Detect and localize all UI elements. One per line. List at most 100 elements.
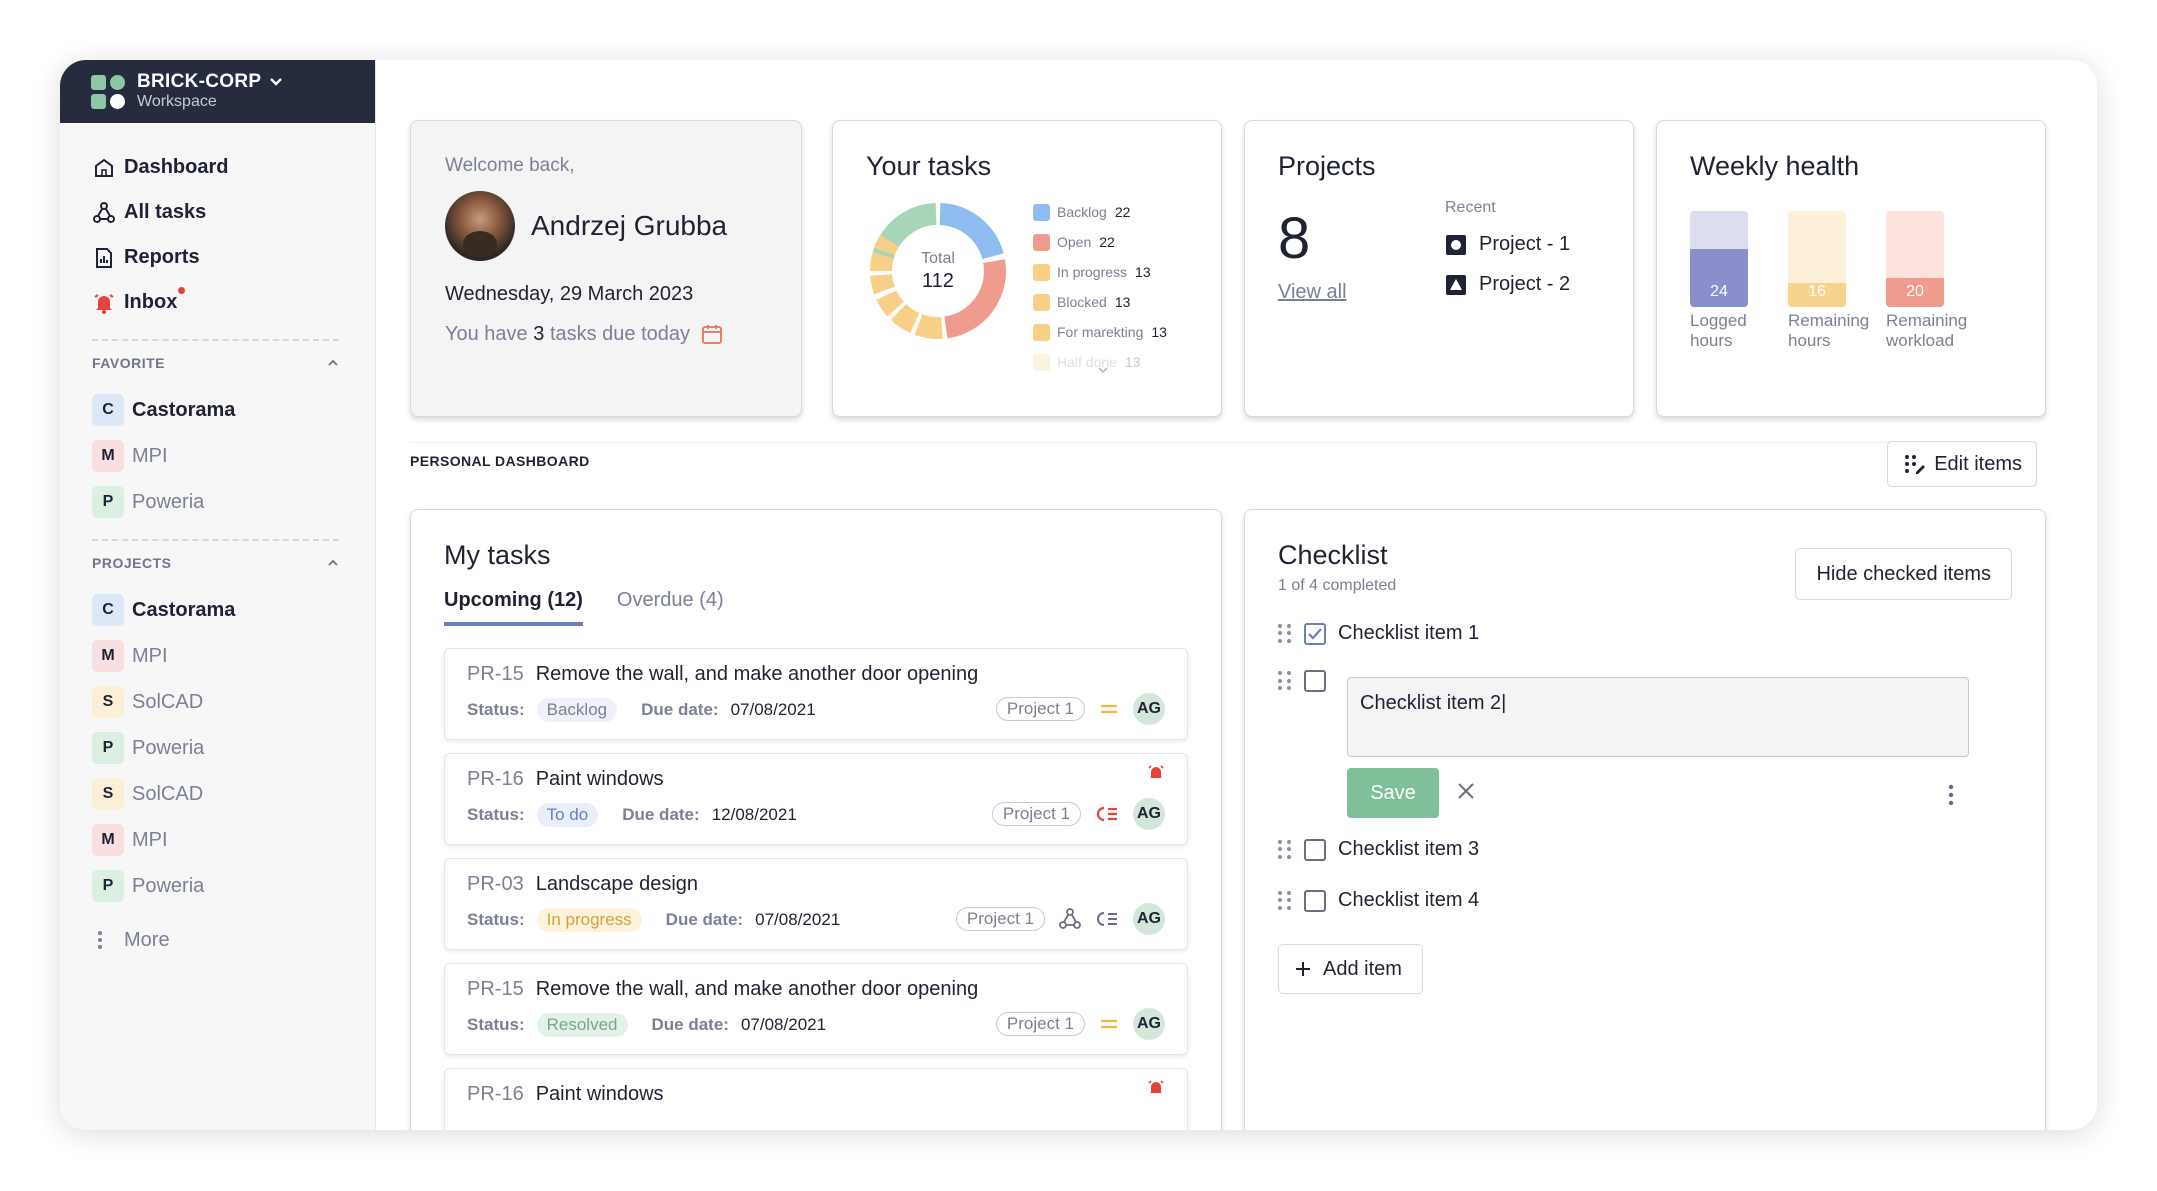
nav-reports-label: Reports [124, 246, 200, 268]
more-label: More [124, 928, 170, 951]
projects-section-header[interactable]: PROJECTS [60, 541, 375, 571]
project-item-label: Castorama [132, 598, 236, 621]
due-date-label: Due date: [622, 805, 700, 824]
task-id: PR-15 [467, 978, 524, 1000]
project-item[interactable]: P Poweria [92, 863, 375, 909]
status-label: Status: [467, 1015, 525, 1034]
checkbox[interactable] [1304, 838, 1326, 861]
alarm-icon [1148, 1080, 1164, 1093]
project-pill[interactable]: Project 1 [955, 907, 1045, 931]
projects-list: C Castorama M MPI S SolCAD P Poweria S SolCAD M MPI… [60, 571, 375, 909]
project-item[interactable]: S SolCAD [92, 679, 375, 725]
project-item-label: MPI [132, 644, 168, 667]
status-badge: In progress [536, 908, 642, 932]
hide-checked-button[interactable]: Hide checked items [1795, 548, 2012, 600]
drag-handle-icon[interactable] [1278, 839, 1292, 860]
project-item[interactable]: M MPI [92, 633, 375, 679]
projects-card-title: Projects [1278, 151, 1376, 181]
legend-count: 13 [1114, 294, 1131, 310]
drag-handle-icon[interactable] [1278, 623, 1292, 644]
task-title: Paint windows [535, 1083, 664, 1105]
legend-count: 22 [1114, 204, 1131, 220]
recent-project-1[interactable]: Project - 1 [1445, 233, 1570, 256]
favorite-item-label: Castorama [132, 398, 236, 421]
project-item[interactable]: S SolCAD [92, 771, 375, 817]
user-name: Andrzej Grubba [531, 210, 728, 241]
workspace-logo-icon [91, 74, 125, 109]
task-card[interactable]: PR-15 Remove the wall, and make another d… [444, 648, 1188, 740]
tab-upcoming[interactable]: Upcoming (12) [444, 589, 583, 626]
legend-item: For marekting 13 [1033, 317, 1167, 347]
due-summary: You have 3 tasks due today [445, 322, 767, 346]
project-pill[interactable]: Project 1 [995, 697, 1085, 721]
drag-handle-icon[interactable] [1278, 890, 1292, 911]
view-all-link[interactable]: View all [1278, 281, 1347, 304]
nav-reports[interactable]: Reports [92, 235, 375, 280]
favorite-item[interactable]: C Castorama [92, 387, 375, 433]
nav-dashboard[interactable]: Dashboard [92, 145, 375, 190]
sidebar-more[interactable]: More [60, 917, 375, 963]
legend-swatch [1033, 293, 1050, 311]
chevron-down-icon[interactable] [1097, 366, 1109, 374]
status-label: Status: [467, 910, 525, 929]
favorite-item[interactable]: P Poweria [92, 479, 375, 525]
nav-all-tasks-label: All tasks [124, 201, 207, 223]
task-card[interactable]: PR-03 Landscape design Status: In progres… [444, 858, 1188, 950]
task-card[interactable]: PR-15 Remove the wall, and make another d… [444, 963, 1188, 1055]
health-bar-value: 24 [1690, 249, 1748, 307]
project-pill[interactable]: Project 1 [995, 1012, 1085, 1036]
project-badge: M [92, 824, 124, 856]
hierarchy-icon [1059, 908, 1081, 929]
due-date-value: 07/08/2021 [730, 700, 816, 719]
favorite-item-label: MPI [132, 444, 168, 467]
project-item-label: Poweria [132, 736, 205, 759]
more-vertical-icon[interactable] [1947, 784, 1955, 806]
favorite-item[interactable]: M MPI [92, 433, 375, 479]
checkbox[interactable] [1304, 889, 1326, 912]
drag-handle-icon[interactable] [1278, 671, 1292, 691]
app-window: BRICK-CORP Workspace Dashboard All tasks… [60, 60, 2097, 1130]
welcome-label: Welcome back, [445, 155, 575, 176]
check-icon [1308, 627, 1322, 640]
close-icon[interactable] [1455, 780, 1477, 802]
project-item[interactable]: M MPI [92, 817, 375, 863]
tab-overdue[interactable]: Overdue (4) [617, 589, 724, 626]
project-item[interactable]: C Castorama [92, 587, 375, 633]
assignee-avatar[interactable]: AG [1133, 798, 1165, 830]
legend-label: For marekting [1057, 324, 1144, 340]
task-card[interactable]: PR-16 Paint windows [444, 1068, 1188, 1130]
user-avatar [445, 191, 515, 261]
task-id: PR-16 [467, 768, 524, 790]
calendar-icon[interactable] [700, 322, 724, 346]
add-item-label: Add item [1323, 957, 1402, 980]
task-id: PR-15 [467, 663, 524, 685]
task-card[interactable]: PR-16 Paint windows Status: To do Due dat… [444, 753, 1188, 845]
checklist-item-input[interactable]: Checklist item 2| [1347, 677, 1969, 757]
due-date-label: Due date: [651, 1015, 729, 1034]
recent-project-2[interactable]: Project - 2 [1445, 273, 1570, 296]
assignee-avatar[interactable]: AG [1133, 693, 1165, 725]
nav-inbox[interactable]: Inbox [92, 280, 375, 325]
assignee-avatar[interactable]: AG [1133, 1008, 1165, 1040]
edit-items-button[interactable]: Edit items [1887, 441, 2037, 487]
project-item[interactable]: P Poweria [92, 725, 375, 771]
add-item-button[interactable]: Add item [1278, 944, 1423, 994]
legend-swatch [1033, 263, 1050, 281]
checkbox-checked[interactable] [1304, 622, 1326, 645]
recent-label: Recent [1445, 199, 1496, 216]
nav-all-tasks[interactable]: All tasks [92, 190, 375, 235]
due-date-label: Due date: [665, 910, 744, 929]
project-item-label: MPI [132, 828, 168, 851]
health-label-line2: hours [1690, 331, 1733, 351]
due-pre: You have [445, 322, 528, 345]
save-button[interactable]: Save [1347, 768, 1439, 818]
assignee-avatar[interactable]: AG [1133, 903, 1165, 935]
plus-icon [1296, 962, 1310, 976]
project-badge: C [92, 394, 124, 426]
projects-card: Projects 8 View all Recent Project - 1 P… [1244, 120, 1634, 417]
project-pill[interactable]: Project 1 [991, 802, 1081, 826]
tasks-icon [93, 201, 115, 223]
workspace-switcher[interactable]: BRICK-CORP Workspace [60, 60, 375, 123]
favorite-section-header[interactable]: FAVORITE [60, 341, 375, 371]
checkbox[interactable] [1304, 670, 1326, 692]
